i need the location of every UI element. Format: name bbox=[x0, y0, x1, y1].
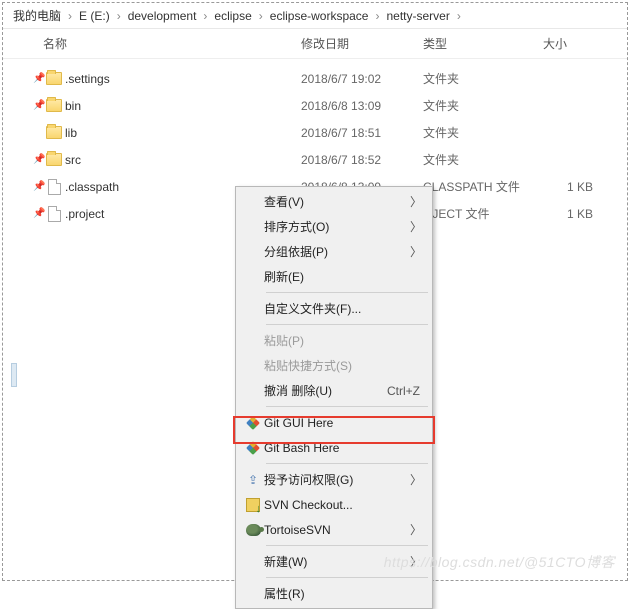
header-name[interactable]: 名称 bbox=[43, 35, 301, 52]
file-size: 1 KB bbox=[543, 180, 603, 194]
file-icon bbox=[43, 179, 65, 195]
file-row[interactable]: 📌lib2018/6/7 18:51文件夹 bbox=[3, 119, 627, 146]
chevron-right-icon: › bbox=[65, 9, 75, 23]
file-date: 2018/6/8 13:09 bbox=[301, 99, 423, 113]
menu-grant-access[interactable]: ⇪授予访问权限(G)〉 bbox=[238, 467, 430, 492]
menu-paste: 粘贴(P) bbox=[238, 328, 430, 353]
menu-git-bash[interactable]: Git Bash Here bbox=[238, 435, 430, 460]
share-icon: ⇪ bbox=[242, 473, 264, 487]
chevron-right-icon: › bbox=[256, 9, 266, 23]
chevron-right-icon: › bbox=[114, 9, 124, 23]
file-type: 文件夹 bbox=[423, 70, 543, 87]
header-size[interactable]: 大小 bbox=[543, 35, 603, 52]
chevron-right-icon: › bbox=[200, 9, 210, 23]
menu-separator bbox=[266, 324, 428, 325]
menu-properties[interactable]: 属性(R) bbox=[238, 581, 430, 606]
tortoise-icon bbox=[242, 524, 264, 536]
svn-checkout-icon bbox=[242, 498, 264, 512]
header-date[interactable]: 修改日期 bbox=[301, 35, 423, 52]
pin-icon: 📌 bbox=[33, 100, 43, 111]
menu-tortoisesvn[interactable]: TortoiseSVN〉 bbox=[238, 517, 430, 542]
file-name: .settings bbox=[65, 72, 301, 86]
menu-new[interactable]: 新建(W)〉 bbox=[238, 549, 430, 574]
selection-indicator bbox=[11, 363, 17, 387]
chevron-right-icon: 〉 bbox=[410, 243, 424, 260]
chevron-right-icon: 〉 bbox=[410, 553, 424, 570]
file-type: OJECT 文件 bbox=[423, 205, 543, 222]
crumb-0[interactable]: 我的电脑 bbox=[9, 7, 65, 24]
menu-separator bbox=[266, 463, 428, 464]
crumb-4[interactable]: eclipse-workspace bbox=[266, 9, 373, 23]
menu-view[interactable]: 查看(V)〉 bbox=[238, 189, 430, 214]
file-size: 1 KB bbox=[543, 207, 603, 221]
context-menu: 查看(V)〉 排序方式(O)〉 分组依据(P)〉 刷新(E) 自定义文件夹(F)… bbox=[235, 186, 433, 609]
chevron-right-icon: 〉 bbox=[410, 521, 424, 538]
pin-icon: 📌 bbox=[33, 208, 43, 219]
menu-refresh[interactable]: 刷新(E) bbox=[238, 264, 430, 289]
crumb-3[interactable]: eclipse bbox=[210, 9, 255, 23]
file-row[interactable]: 📌 bin2018/6/8 13:09文件夹 bbox=[3, 92, 627, 119]
menu-separator bbox=[266, 406, 428, 407]
file-type: 文件夹 bbox=[423, 151, 543, 168]
file-type: 文件夹 bbox=[423, 124, 543, 141]
folder-icon bbox=[43, 99, 65, 112]
chevron-right-icon: 〉 bbox=[410, 471, 424, 488]
crumb-2[interactable]: development bbox=[124, 9, 201, 23]
folder-icon bbox=[43, 153, 65, 166]
column-headers[interactable]: 名称 修改日期 类型 大小 bbox=[3, 29, 627, 59]
menu-svn-checkout[interactable]: SVN Checkout... bbox=[238, 492, 430, 517]
file-name: bin bbox=[65, 99, 301, 113]
header-type[interactable]: 类型 bbox=[423, 35, 543, 52]
file-row[interactable]: 📌 .settings2018/6/7 19:02文件夹 bbox=[3, 65, 627, 92]
chevron-right-icon: › bbox=[454, 9, 464, 23]
menu-customize-folder[interactable]: 自定义文件夹(F)... bbox=[238, 296, 430, 321]
crumb-5[interactable]: netty-server bbox=[382, 9, 453, 23]
chevron-right-icon: 〉 bbox=[410, 218, 424, 235]
menu-sort[interactable]: 排序方式(O)〉 bbox=[238, 214, 430, 239]
git-icon bbox=[242, 416, 264, 430]
file-date: 2018/6/7 19:02 bbox=[301, 72, 423, 86]
pin-icon: 📌 bbox=[33, 73, 43, 84]
file-type: CLASSPATH 文件 bbox=[423, 178, 543, 195]
menu-group[interactable]: 分组依据(P)〉 bbox=[238, 239, 430, 264]
menu-undo-delete[interactable]: 撤消 删除(U)Ctrl+Z bbox=[238, 378, 430, 403]
pin-icon: 📌 bbox=[33, 181, 43, 192]
menu-git-gui[interactable]: Git GUI Here bbox=[238, 410, 430, 435]
file-name: src bbox=[65, 153, 301, 167]
crumb-1[interactable]: E (E:) bbox=[75, 9, 114, 23]
menu-separator bbox=[266, 292, 428, 293]
menu-paste-shortcut: 粘贴快捷方式(S) bbox=[238, 353, 430, 378]
chevron-right-icon: › bbox=[372, 9, 382, 23]
folder-icon bbox=[43, 72, 65, 85]
breadcrumb[interactable]: 我的电脑 › E (E:) › development › eclipse › … bbox=[3, 3, 627, 29]
menu-separator bbox=[266, 545, 428, 546]
file-date: 2018/6/7 18:51 bbox=[301, 126, 423, 140]
file-name: lib bbox=[65, 126, 301, 140]
chevron-right-icon: 〉 bbox=[410, 193, 424, 210]
file-row[interactable]: 📌 src2018/6/7 18:52文件夹 bbox=[3, 146, 627, 173]
folder-icon bbox=[43, 126, 65, 139]
git-icon bbox=[242, 441, 264, 455]
file-date: 2018/6/7 18:52 bbox=[301, 153, 423, 167]
menu-separator bbox=[266, 577, 428, 578]
file-icon bbox=[43, 206, 65, 222]
pin-icon: 📌 bbox=[33, 154, 43, 165]
file-type: 文件夹 bbox=[423, 97, 543, 114]
